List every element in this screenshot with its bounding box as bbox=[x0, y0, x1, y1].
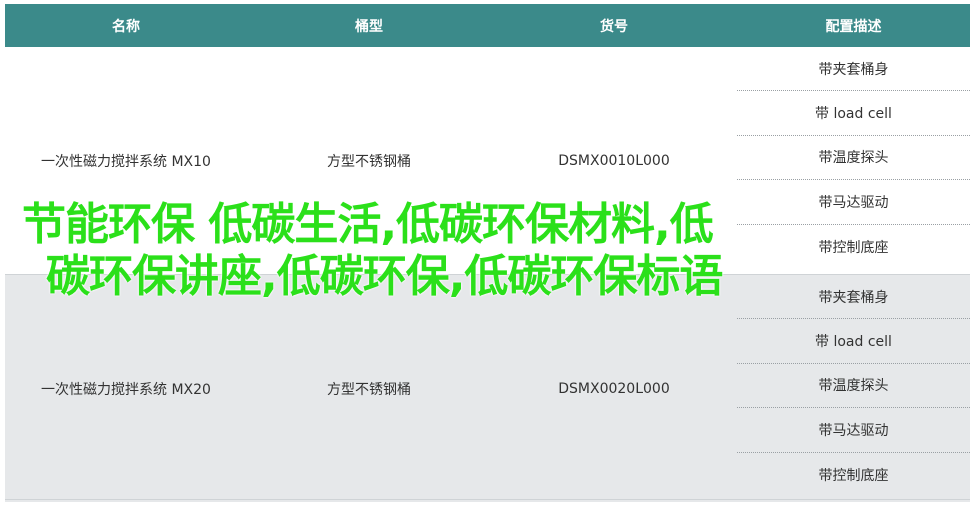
header-config: 配置描述 bbox=[825, 18, 882, 35]
header-sku: 货号 bbox=[600, 18, 628, 35]
table-row-group: 一次性磁力搅拌系统 MX20 方型不锈钢桶 DSMX0020L000 带夹套桶身… bbox=[5, 274, 970, 502]
header-name: 名称 bbox=[112, 18, 140, 35]
config-item: 带 load cell bbox=[737, 319, 970, 364]
table-bottom-rule bbox=[5, 499, 970, 500]
overlay-line-2: 碳环保讲座,低碳环保,低碳环保标语 bbox=[46, 251, 723, 302]
watermark-overlay-text: 节能环保 低碳生活,低碳环保材料,低 碳环保讲座,低碳环保,低碳环保标语 bbox=[22, 199, 902, 303]
tank-type: 方型不锈钢桶 bbox=[327, 381, 411, 398]
product-name: 一次性磁力搅拌系统 MX20 bbox=[41, 381, 211, 398]
overlay-line-1: 节能环保 低碳生活,低碳环保材料,低 bbox=[22, 199, 714, 250]
header-tank-type: 桶型 bbox=[355, 18, 383, 35]
config-item: 带控制底座 bbox=[818, 467, 889, 484]
config-list: 带夹套桶身 带 load cell 带温度探头 带马达驱动 带控制底座 bbox=[737, 275, 970, 502]
config-item: 带 load cell bbox=[737, 91, 970, 136]
sku: DSMX0020L000 bbox=[558, 380, 670, 397]
config-item: 带马达驱动 bbox=[737, 408, 970, 453]
config-item: 带夹套桶身 bbox=[737, 47, 970, 92]
table-header: 名称 桶型 货号 配置描述 bbox=[5, 4, 970, 47]
config-item: 带温度探头 bbox=[737, 364, 970, 409]
config-item: 带温度探头 bbox=[737, 136, 970, 181]
